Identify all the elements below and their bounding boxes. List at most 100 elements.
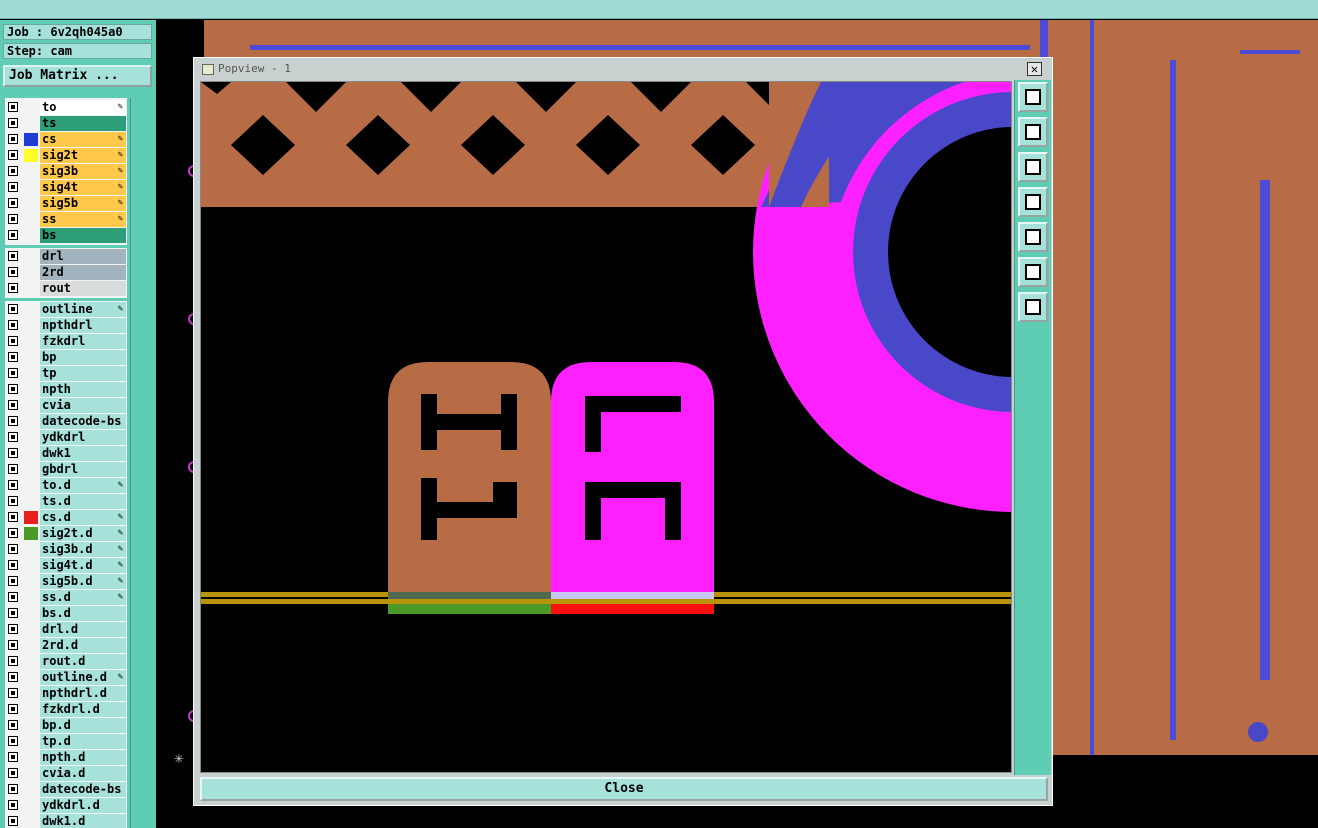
layer-row[interactable]: to ✎ <box>5 100 127 115</box>
layer-checkbox[interactable] <box>8 528 18 538</box>
layer-row[interactable]: datecode-bs <box>5 782 127 797</box>
popview-titlebar[interactable]: Popview - 1 ✕ <box>196 60 1050 78</box>
layer-row[interactable]: tp.d <box>5 734 127 749</box>
layer-row[interactable]: cs ✎ <box>5 132 127 147</box>
layer-name[interactable]: datecode-bs <box>40 414 126 429</box>
layer-checkbox[interactable] <box>8 784 18 794</box>
layer-checkbox[interactable] <box>8 118 18 128</box>
layer-name[interactable]: cvia.d <box>40 766 126 781</box>
layer-checkbox[interactable] <box>8 768 18 778</box>
layer-name[interactable]: tp.d <box>40 734 126 749</box>
layer-row[interactable]: ydkdrl <box>5 430 127 445</box>
layer-name[interactable]: cs ✎ <box>40 132 126 147</box>
layer-row[interactable]: tp <box>5 366 127 381</box>
layer-row[interactable]: 2rd <box>5 265 127 280</box>
layer-checkbox[interactable] <box>8 230 18 240</box>
layer-name[interactable]: sig3b ✎ <box>40 164 126 179</box>
layer-name[interactable]: sig5b ✎ <box>40 196 126 211</box>
layer-row[interactable]: datecode-bs <box>5 414 127 429</box>
pan-left-icon[interactable] <box>1018 187 1048 217</box>
layer-row[interactable]: npthdrl <box>5 318 127 333</box>
layer-checkbox[interactable] <box>8 608 18 618</box>
layer-name[interactable]: dwk1.d <box>40 814 126 828</box>
layer-checkbox[interactable] <box>8 400 18 410</box>
layer-name[interactable]: sig3b.d ✎ <box>40 542 126 557</box>
layer-row[interactable]: dwk1.d <box>5 814 127 828</box>
job-matrix-button[interactable]: Job Matrix ... <box>3 65 152 87</box>
layer-name[interactable]: dwk1 <box>40 446 126 461</box>
layer-name[interactable]: sig4t.d ✎ <box>40 558 126 573</box>
layer-row[interactable]: dwk1 <box>5 446 127 461</box>
layer-checkbox[interactable] <box>8 336 18 346</box>
layer-row[interactable]: sig3b.d ✎ <box>5 542 127 557</box>
layer-name[interactable]: ydkdrl <box>40 430 126 445</box>
layer-row[interactable]: bp.d <box>5 718 127 733</box>
layer-name[interactable]: bs <box>40 228 126 243</box>
layer-checkbox[interactable] <box>8 576 18 586</box>
zoom-window-icon[interactable] <box>1018 82 1048 112</box>
layer-checkbox[interactable] <box>8 736 18 746</box>
layer-name[interactable]: ts <box>40 116 126 131</box>
layer-row[interactable]: npth.d <box>5 750 127 765</box>
layer-checkbox[interactable] <box>8 560 18 570</box>
layer-checkbox[interactable] <box>8 198 18 208</box>
layer-row[interactable]: to.d ✎ <box>5 478 127 493</box>
layer-name[interactable]: npth <box>40 382 126 397</box>
layer-checkbox[interactable] <box>8 368 18 378</box>
layer-checkbox[interactable] <box>8 512 18 522</box>
layer-name[interactable]: fzkdrl.d <box>40 702 126 717</box>
layer-checkbox[interactable] <box>8 102 18 112</box>
layer-checkbox[interactable] <box>8 720 18 730</box>
layer-row[interactable]: npth <box>5 382 127 397</box>
layer-checkbox[interactable] <box>8 656 18 666</box>
layer-name[interactable]: outline ✎ <box>40 302 126 317</box>
layer-name[interactable]: gbdrl <box>40 462 126 477</box>
close-icon[interactable]: ✕ <box>1027 62 1042 76</box>
layer-name[interactable]: ts.d <box>40 494 126 509</box>
layer-name[interactable]: sig4t ✎ <box>40 180 126 195</box>
pan-down-icon[interactable] <box>1018 152 1048 182</box>
close-button[interactable]: Close <box>200 777 1048 801</box>
layer-row[interactable]: sig3b ✎ <box>5 164 127 179</box>
layer-checkbox[interactable] <box>8 544 18 554</box>
layer-name[interactable]: datecode-bs <box>40 782 126 797</box>
layer-checkbox[interactable] <box>8 182 18 192</box>
layer-row[interactable]: npthdrl.d <box>5 686 127 701</box>
layer-row[interactable]: sig2t ✎ <box>5 148 127 163</box>
zoom-home-icon[interactable] <box>1018 292 1048 322</box>
layer-name[interactable]: outline.d ✎ <box>40 670 126 685</box>
zoom-fit-icon[interactable] <box>1018 257 1048 287</box>
layer-checkbox[interactable] <box>8 150 18 160</box>
layer-name[interactable]: ydkdrl.d <box>40 798 126 813</box>
layer-row[interactable]: bs.d <box>5 606 127 621</box>
layer-name[interactable]: sig2t ✎ <box>40 148 126 163</box>
layer-name[interactable]: npthdrl.d <box>40 686 126 701</box>
layer-row[interactable]: sig2t.d ✎ <box>5 526 127 541</box>
layer-row[interactable]: outline ✎ <box>5 302 127 317</box>
layer-checkbox[interactable] <box>8 672 18 682</box>
layer-list-scrollbar[interactable] <box>130 98 153 828</box>
layer-checkbox[interactable] <box>8 448 18 458</box>
layer-checkbox[interactable] <box>8 592 18 602</box>
layer-row[interactable]: bs <box>5 228 127 243</box>
layer-name[interactable]: npthdrl <box>40 318 126 333</box>
layer-name[interactable]: ss.d ✎ <box>40 590 126 605</box>
layer-name[interactable]: 2rd <box>40 265 126 280</box>
layer-row[interactable]: drl <box>5 249 127 264</box>
layer-row[interactable]: ydkdrl.d <box>5 798 127 813</box>
layer-row[interactable]: ts.d <box>5 494 127 509</box>
layer-row[interactable]: cs.d ✎ <box>5 510 127 525</box>
layer-name[interactable]: rout <box>40 281 126 296</box>
layer-checkbox[interactable] <box>8 800 18 810</box>
layer-name[interactable]: to.d ✎ <box>40 478 126 493</box>
layer-checkbox[interactable] <box>8 752 18 762</box>
layer-checkbox[interactable] <box>8 496 18 506</box>
layer-row[interactable]: sig4t.d ✎ <box>5 558 127 573</box>
layer-checkbox[interactable] <box>8 432 18 442</box>
layer-row[interactable]: cvia.d <box>5 766 127 781</box>
layer-row[interactable]: ss.d ✎ <box>5 590 127 605</box>
layer-row[interactable]: ts <box>5 116 127 131</box>
layer-checkbox[interactable] <box>8 416 18 426</box>
layer-checkbox[interactable] <box>8 480 18 490</box>
layer-checkbox[interactable] <box>8 251 18 261</box>
